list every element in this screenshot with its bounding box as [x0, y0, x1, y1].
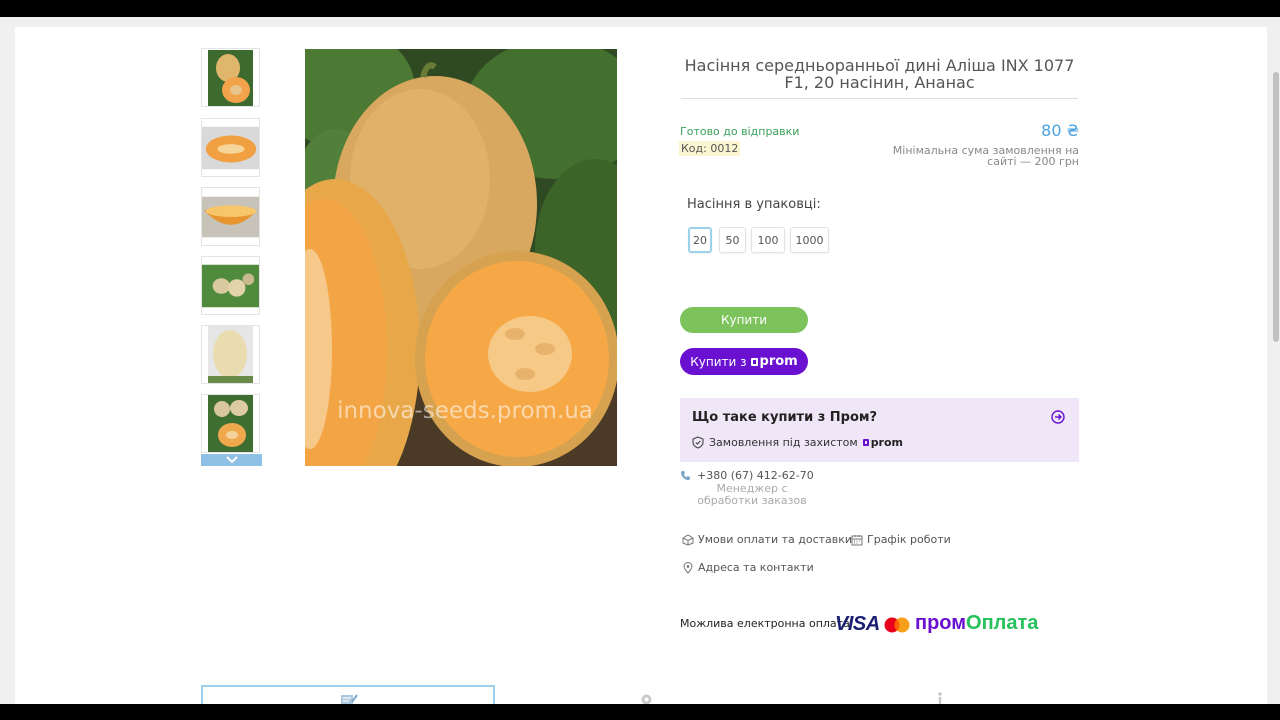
description-edit-icon: [341, 694, 358, 704]
electronic-payment-label: Можлива електронна оплата: [680, 617, 850, 630]
gear-icon[interactable]: [639, 692, 654, 704]
manager-note: Менеджер с обработки заказов: [697, 482, 807, 507]
video-top-bar: [0, 0, 1280, 17]
order-protection-text: Замовлення під захистом: [709, 436, 858, 449]
video-bottom-bar: [0, 704, 1280, 720]
mastercard-logo-icon: [884, 617, 910, 633]
product-price: 80 ₴: [1041, 121, 1079, 140]
package-option-1000[interactable]: 1000: [790, 227, 829, 253]
payment-delivery-label: Умови оплати та доставки: [698, 533, 853, 546]
shield-check-icon: [692, 436, 704, 449]
package-options-label: Насіння в упаковці:: [687, 197, 821, 212]
prom-oplata-logo: промОплата: [915, 612, 1038, 635]
address-contacts-link[interactable]: Адреса та контакти: [682, 561, 814, 574]
prom-info-box[interactable]: Що таке купити з Пром? Замовлення під за…: [680, 398, 1079, 462]
arrow-right-circle-icon[interactable]: [1051, 410, 1065, 424]
thumbnail-2[interactable]: [201, 118, 260, 177]
info-icon[interactable]: [936, 692, 944, 704]
prom-logo-small-text: prom: [870, 436, 904, 449]
package-option-20[interactable]: 20: [688, 227, 712, 253]
thumbnail-4[interactable]: [201, 256, 260, 315]
title-divider: [681, 98, 1078, 99]
scrollbar-thumb[interactable]: [1273, 72, 1279, 342]
order-protection-row: Замовлення під захистом prom: [692, 436, 903, 449]
prom-logo-text: prom: [759, 354, 798, 369]
prom-square-icon: [750, 357, 758, 366]
package-option-50[interactable]: 50: [719, 227, 746, 253]
prom-square-icon: [862, 439, 869, 446]
payment-delivery-link[interactable]: Умови оплати та доставки: [682, 533, 852, 546]
phone-number[interactable]: +380 (67) 412-62-70: [697, 469, 814, 482]
map-pin-icon: [683, 561, 693, 574]
thumbnail-6[interactable]: [201, 394, 260, 453]
thumbnail-5[interactable]: [201, 325, 260, 384]
visa-logo: VISA: [835, 613, 880, 635]
thumbnail-scroll-down-button[interactable]: [201, 454, 262, 466]
prom-oplata-part-2: Оплата: [966, 612, 1039, 634]
prom-info-title: Що таке купити з Пром?: [692, 410, 878, 425]
address-contacts-label: Адреса та контакти: [698, 561, 814, 574]
package-option-100[interactable]: 100: [751, 227, 785, 253]
calendar-icon: [851, 534, 863, 545]
thumbnail-3[interactable]: [201, 187, 260, 246]
buy-with-prom-button[interactable]: Купити з prom: [680, 348, 808, 375]
prom-logo-small: prom: [862, 436, 904, 449]
schedule-link[interactable]: Графік роботи: [851, 533, 951, 546]
chevron-down-icon: [225, 456, 238, 464]
product-title: Насіння середньоранньої дині Аліша INX 1…: [684, 56, 1075, 92]
photo-watermark: innova-seeds.prom.ua: [337, 398, 593, 424]
buy-button[interactable]: Купити: [680, 307, 808, 333]
buy-with-prom-label: Купити з: [690, 354, 747, 369]
prom-logo: prom: [750, 354, 798, 369]
schedule-label: Графік роботи: [867, 533, 951, 546]
product-code: Код: 0012: [679, 141, 741, 156]
phone-icon: [681, 471, 690, 481]
delivery-icon: [682, 533, 694, 546]
prom-oplata-part-1: пром: [915, 612, 967, 634]
thumbnail-1[interactable]: [201, 48, 260, 107]
minimum-order-note: Мінімальна сума замовлення на сайті — 20…: [892, 144, 1079, 168]
availability-status: Готово до відправки: [680, 125, 800, 138]
